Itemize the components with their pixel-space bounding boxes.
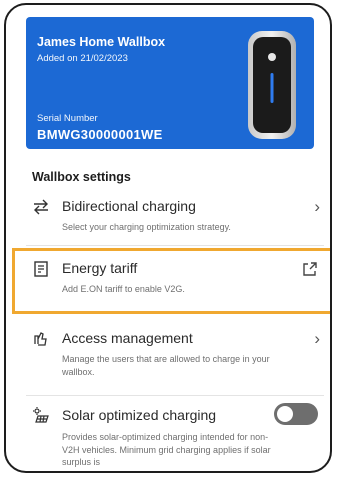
wallbox-name: James Home Wallbox: [37, 35, 166, 49]
wallbox-device-image: [248, 31, 296, 139]
settings-item-label: Access management: [62, 330, 193, 346]
serial-number-value: BMWG30000001WE: [37, 127, 163, 142]
hand-access-icon: [34, 332, 47, 346]
settings-item-description: Select your charging optimization strate…: [62, 222, 231, 232]
phone-frame: James Home Wallbox Added on 21/02/2023 S…: [4, 3, 332, 473]
settings-item-energy-tariff[interactable]: Energy tariff Add E.ON tariff to enable …: [6, 257, 330, 305]
tariff-document-icon: [34, 261, 48, 277]
settings-item-description: Manage the users that are allowed to cha…: [62, 354, 270, 377]
settings-item-label: Energy tariff: [62, 260, 138, 276]
external-link-icon[interactable]: [302, 261, 318, 277]
swap-arrows-icon: [34, 199, 48, 215]
settings-item-description: Add E.ON tariff to enable V2G.: [62, 284, 185, 294]
settings-item-description: Provides solar-optimized charging intend…: [62, 432, 271, 467]
wallbox-card[interactable]: James Home Wallbox Added on 21/02/2023 S…: [26, 17, 314, 149]
serial-number-label: Serial Number: [37, 113, 98, 124]
wallbox-added-date: Added on 21/02/2023: [37, 53, 128, 64]
divider: [26, 395, 324, 396]
solar-charging-toggle[interactable]: [274, 403, 318, 425]
settings-item-label: Bidirectional charging: [62, 198, 196, 214]
chevron-right-icon: ›: [314, 197, 320, 216]
settings-item-bidirectional-charging[interactable]: Bidirectional charging Select your charg…: [6, 193, 330, 241]
toggle-knob: [277, 406, 293, 422]
divider: [26, 245, 324, 246]
solar-panel-icon: [33, 407, 49, 423]
chevron-right-icon: ›: [314, 329, 320, 348]
section-title: Wallbox settings: [32, 170, 131, 184]
settings-item-access-management[interactable]: Access management Manage the users that …: [6, 327, 330, 387]
settings-item-label: Solar optimized charging: [62, 407, 217, 423]
